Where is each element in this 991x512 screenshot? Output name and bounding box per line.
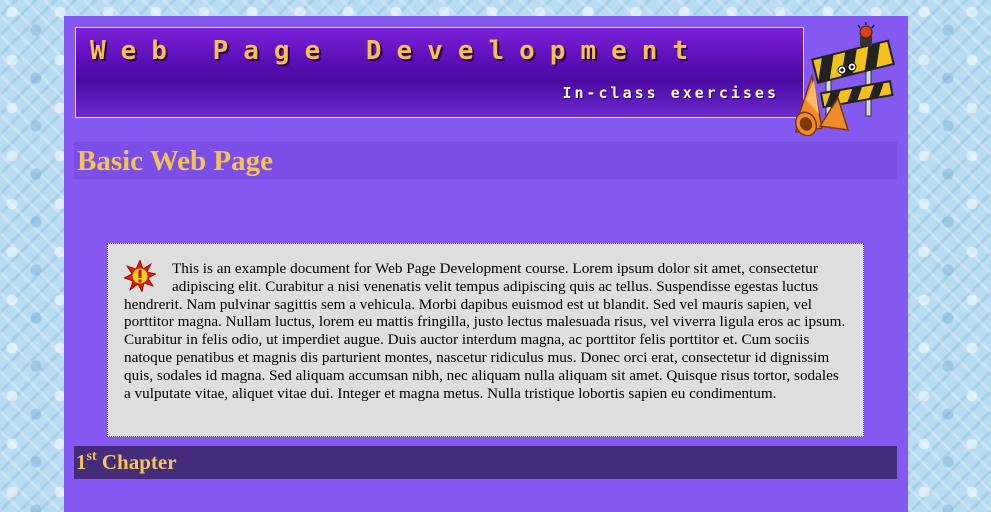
banner-title: Web Page Development [90, 36, 704, 66]
chapter-ordinal-suffix: st [86, 449, 97, 464]
chapter-heading-bar: 1st Chapter [74, 446, 897, 479]
notice-text: This is an example document for Web Page… [124, 260, 846, 402]
construction-barrier-icon [794, 22, 895, 136]
page-heading-bar: Basic Web Page [74, 142, 897, 179]
chapter-number: 1 [76, 450, 87, 474]
banner-subtitle: In-class exercises [562, 84, 779, 102]
page-container: Web Page Development In-class exercises [64, 16, 908, 512]
page-title: Basic Web Page [77, 145, 274, 177]
site-banner: Web Page Development In-class exercises [75, 27, 804, 118]
chapter-title: 1st Chapter [76, 450, 177, 475]
chapter-label: Chapter [101, 450, 177, 474]
notice-box: This is an example document for Web Page… [107, 243, 864, 437]
